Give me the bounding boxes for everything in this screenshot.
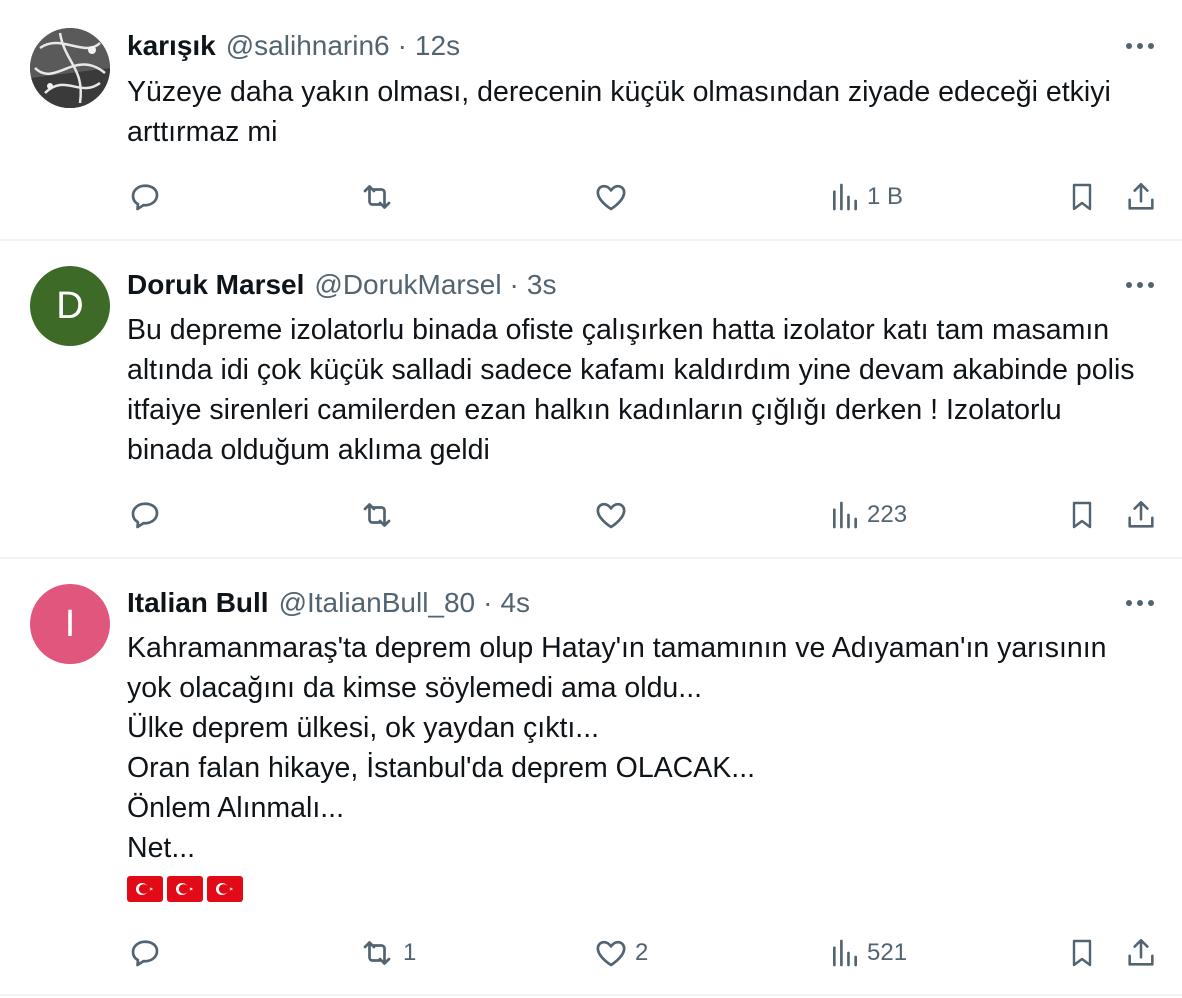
tweet-text: Kahramanmaraş'ta deprem olup Hatay'ın ta… bbox=[127, 632, 1107, 864]
reply-button[interactable] bbox=[127, 933, 169, 973]
tweet[interactable]: I Italian Bull @ItalianBull_80 · 4s Kahr… bbox=[0, 559, 1182, 996]
like-count: 2 bbox=[635, 939, 649, 966]
tweet-header: Doruk Marsel @DorukMarsel · 3s bbox=[127, 265, 1082, 305]
avatar[interactable]: I bbox=[30, 584, 110, 664]
views-button[interactable]: 1 B bbox=[829, 177, 903, 217]
heart-icon bbox=[596, 502, 626, 529]
timestamp[interactable]: 3s bbox=[527, 269, 557, 301]
share-button[interactable] bbox=[1124, 495, 1158, 535]
bookmark-icon bbox=[1072, 939, 1092, 967]
views-chart-icon bbox=[833, 939, 857, 967]
timestamp[interactable]: 12s bbox=[415, 30, 460, 62]
action-bar: 1 B bbox=[127, 177, 1158, 217]
share-icon bbox=[1128, 938, 1154, 966]
retweet-count: 1 bbox=[403, 939, 417, 966]
separator: · bbox=[397, 30, 407, 61]
tweet-header: Italian Bull @ItalianBull_80 · 4s bbox=[127, 583, 1082, 623]
reply-icon bbox=[131, 184, 159, 211]
reply-button[interactable] bbox=[127, 177, 169, 217]
retweet-button[interactable]: 1 bbox=[357, 933, 416, 973]
avatar[interactable]: D bbox=[30, 266, 110, 346]
display-name[interactable]: Italian Bull bbox=[127, 587, 269, 619]
retweet-icon bbox=[363, 503, 391, 527]
view-count: 521 bbox=[867, 939, 908, 966]
avatar[interactable] bbox=[30, 28, 110, 108]
view-count: 223 bbox=[867, 501, 908, 528]
crescent-star-icon bbox=[216, 883, 233, 895]
avatar-letter: I bbox=[64, 602, 76, 645]
retweet-icon bbox=[363, 185, 391, 209]
share-button[interactable] bbox=[1124, 177, 1158, 217]
action-bar: 1 2 521 bbox=[127, 933, 1158, 973]
display-name[interactable]: karışık bbox=[127, 30, 216, 62]
turkish-flag bbox=[207, 876, 243, 902]
turkish-flag bbox=[127, 876, 163, 902]
crescent-star-icon bbox=[176, 883, 193, 895]
bookmark-icon bbox=[1072, 501, 1092, 529]
like-button[interactable] bbox=[593, 495, 635, 535]
reply-feed: karışık @salihnarin6 · 12s Yüzeye daha y… bbox=[0, 0, 1182, 998]
reply-button[interactable] bbox=[127, 495, 169, 535]
action-bar: 223 bbox=[127, 495, 1158, 535]
user-handle[interactable]: @salihnarin6 bbox=[226, 30, 390, 62]
tweet[interactable]: D Doruk Marsel @DorukMarsel · 3s Bu depr… bbox=[0, 241, 1182, 559]
retweet-button[interactable] bbox=[357, 495, 403, 535]
tweet[interactable]: karışık @salihnarin6 · 12s Yüzeye daha y… bbox=[0, 0, 1182, 241]
views-chart-icon bbox=[833, 501, 857, 529]
share-button[interactable] bbox=[1124, 933, 1158, 973]
reply-icon bbox=[131, 940, 159, 967]
more-options-button[interactable] bbox=[1122, 28, 1158, 64]
tweet-text: Bu depreme izolatorlu binada ofiste çalı… bbox=[127, 314, 1135, 466]
bookmark-icon bbox=[1072, 183, 1092, 211]
user-handle[interactable]: @DorukMarsel bbox=[314, 269, 501, 301]
tweet-header: karışık @salihnarin6 · 12s bbox=[127, 26, 1082, 66]
turkish-flag bbox=[167, 876, 203, 902]
separator: · bbox=[509, 269, 519, 300]
view-count: 1 B bbox=[867, 183, 904, 210]
flag-emojis bbox=[127, 876, 243, 902]
more-horizontal-icon bbox=[1126, 282, 1154, 288]
heart-icon bbox=[596, 184, 626, 211]
views-button[interactable]: 223 bbox=[829, 495, 907, 535]
views-button[interactable]: 521 bbox=[829, 933, 907, 973]
views-chart-icon bbox=[833, 183, 857, 211]
more-horizontal-icon bbox=[1126, 600, 1154, 606]
tweet-text: Yüzeye daha yakın olması, derecenin küçü… bbox=[127, 76, 1111, 148]
more-options-button[interactable] bbox=[1122, 585, 1158, 621]
timestamp[interactable]: 4s bbox=[500, 587, 530, 619]
retweet-button[interactable] bbox=[357, 177, 403, 217]
retweet-icon bbox=[363, 941, 391, 965]
separator: · bbox=[483, 587, 493, 618]
like-button[interactable]: 2 bbox=[593, 933, 648, 973]
heart-icon bbox=[596, 940, 626, 967]
crescent-star-icon bbox=[136, 883, 153, 895]
bookmark-button[interactable] bbox=[1066, 495, 1098, 535]
bookmark-button[interactable] bbox=[1066, 177, 1098, 217]
avatar-letter: D bbox=[56, 284, 84, 327]
bookmark-button[interactable] bbox=[1066, 933, 1098, 973]
share-icon bbox=[1128, 500, 1154, 528]
reply-icon bbox=[131, 502, 159, 529]
like-button[interactable] bbox=[593, 177, 635, 217]
avatar-photo bbox=[30, 28, 110, 108]
more-options-button[interactable] bbox=[1122, 267, 1158, 303]
user-handle[interactable]: @ItalianBull_80 bbox=[279, 587, 476, 619]
more-horizontal-icon bbox=[1126, 43, 1154, 49]
share-icon bbox=[1128, 182, 1154, 210]
display-name[interactable]: Doruk Marsel bbox=[127, 269, 304, 301]
